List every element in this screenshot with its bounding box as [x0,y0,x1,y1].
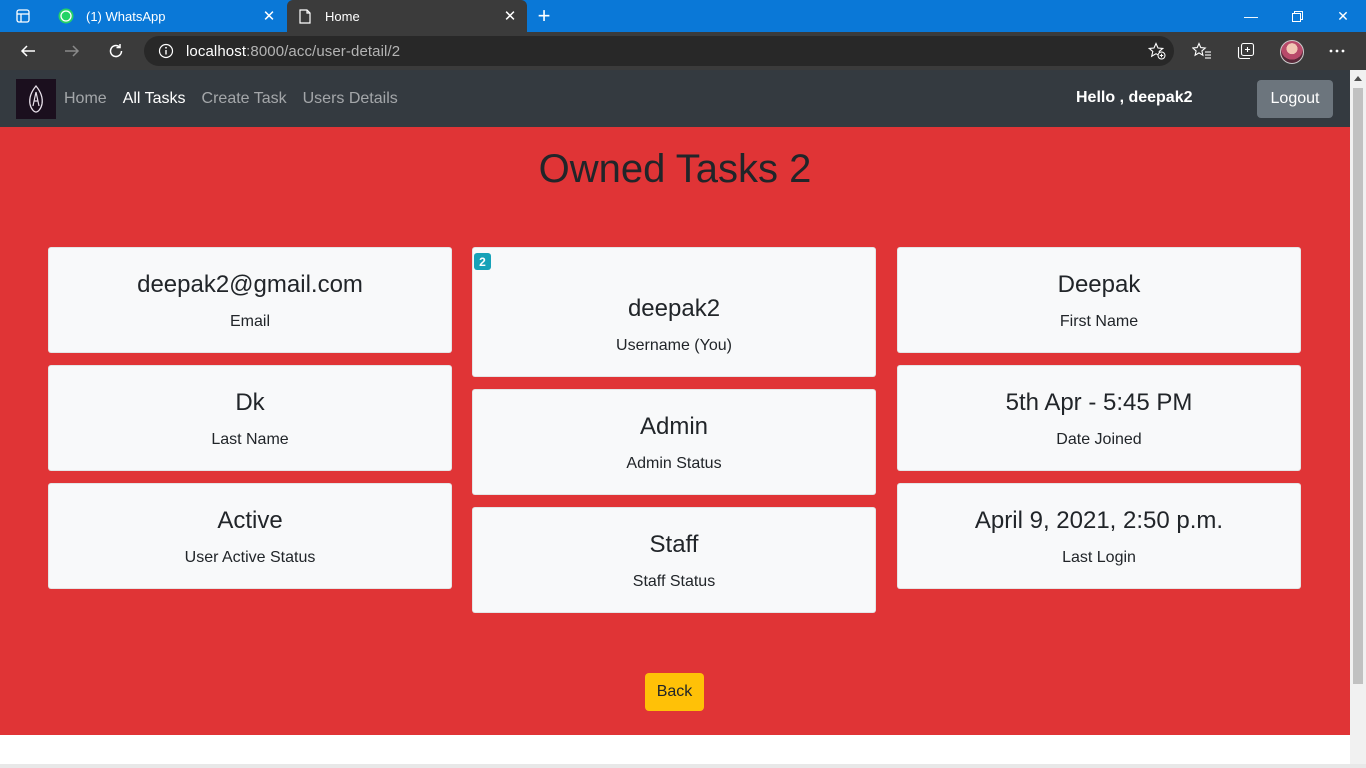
nav-links: Home All Tasks Create Task Users Details [64,70,414,127]
staff-status-card: Staff Staff Status [472,507,876,613]
username-card: 2 deepak2 Username (You) [472,247,876,377]
page-icon [297,8,313,24]
username-label: Username (You) [616,337,732,354]
tab-whatsapp[interactable]: (1) WhatsApp ✕ [48,0,286,32]
email-card: deepak2@gmail.com Email [48,247,452,353]
add-favorite-icon[interactable] [1147,42,1166,60]
url-path: :8000/acc/user-detail/2 [246,42,401,60]
close-window-icon[interactable]: ✕ [1320,0,1366,32]
tab-title: Home [325,8,360,24]
url-host: localhost [186,42,247,60]
username-value: deepak2 [627,295,721,322]
logout-button[interactable]: Logout [1257,80,1333,118]
tab-home[interactable]: Home ✕ [287,0,527,32]
favorites-icon[interactable] [1191,40,1213,62]
staff-status-value: Staff [649,531,699,558]
user-greeting: Hello , deepak2 [1076,89,1193,106]
tab-title: (1) WhatsApp [86,8,166,24]
refresh-icon[interactable] [102,37,130,65]
close-icon[interactable]: ✕ [499,5,521,27]
active-status-value: Active [217,507,283,534]
more-options-icon[interactable] [1326,40,1348,62]
tab-actions-icon[interactable] [8,6,38,26]
whatsapp-icon [58,8,74,24]
last-login-value: April 9, 2021, 2:50 p.m. [974,507,1224,534]
email-label: Email [229,313,270,330]
restore-icon[interactable] [1274,0,1320,32]
collections-icon[interactable] [1235,40,1257,62]
admin-status-card: Admin Admin Status [472,389,876,495]
browser-toolbar: localhost:8000/acc/user-detail/2 [0,32,1366,70]
last-name-value: Dk [235,389,265,416]
last-name-card: Dk Last Name [48,365,452,471]
scroll-up-arrow-icon[interactable] [1354,76,1362,81]
last-name-label: Last Name [211,431,289,448]
new-tab-plus-icon[interactable]: + [532,3,556,28]
nav-link-users-details[interactable]: Users Details [303,90,398,108]
address-bar[interactable]: localhost:8000/acc/user-detail/2 [144,36,1174,66]
first-name-card: Deepak First Name [897,247,1301,353]
back-arrow-icon[interactable] [14,37,42,65]
active-status-card: Active User Active Status [48,483,452,589]
site-info-icon[interactable] [158,43,174,59]
brand-logo[interactable] [16,79,56,119]
nav-link-all-tasks[interactable]: All Tasks [123,90,186,108]
scrollbar-thumb[interactable] [1353,88,1363,684]
window-controls: — ✕ [1228,0,1366,32]
page-viewport: Home All Tasks Create Task Users Details… [0,70,1350,768]
minimize-icon[interactable]: — [1228,0,1274,32]
date-joined-card: 5th Apr - 5:45 PM Date Joined [897,365,1301,471]
last-login-card: April 9, 2021, 2:50 p.m. Last Login [897,483,1301,589]
first-name-value: Deepak [1057,271,1141,298]
first-name-label: First Name [1059,313,1139,330]
back-button[interactable]: Back [645,673,704,711]
staff-status-label: Staff Status [632,573,716,590]
site-navbar: Home All Tasks Create Task Users Details… [0,70,1350,127]
page-scrollbar[interactable] [1350,70,1366,768]
url-text: localhost:8000/acc/user-detail/2 [186,43,400,60]
nav-link-home[interactable]: Home [64,90,107,108]
forward-arrow-icon[interactable] [58,37,86,65]
nav-link-create-task[interactable]: Create Task [202,90,287,108]
task-count-badge: 2 [474,253,491,270]
close-icon[interactable]: ✕ [258,5,280,27]
page-title: Owned Tasks 2 [538,147,812,191]
user-detail-section: Owned Tasks 2 deepak2@gmail.com Email Dk… [0,127,1350,735]
profile-avatar[interactable] [1280,40,1304,64]
admin-status-label: Admin Status [626,455,722,472]
last-login-label: Last Login [1062,549,1136,566]
date-joined-value: 5th Apr - 5:45 PM [1005,389,1193,416]
date-joined-label: Date Joined [1056,431,1142,448]
active-status-label: User Active Status [184,549,316,566]
browser-tabstrip: (1) WhatsApp ✕ Home ✕ + — ✕ [0,0,1366,32]
admin-status-value: Admin [639,413,709,440]
bottom-strip [0,764,1366,768]
email-value: deepak2@gmail.com [137,271,363,298]
